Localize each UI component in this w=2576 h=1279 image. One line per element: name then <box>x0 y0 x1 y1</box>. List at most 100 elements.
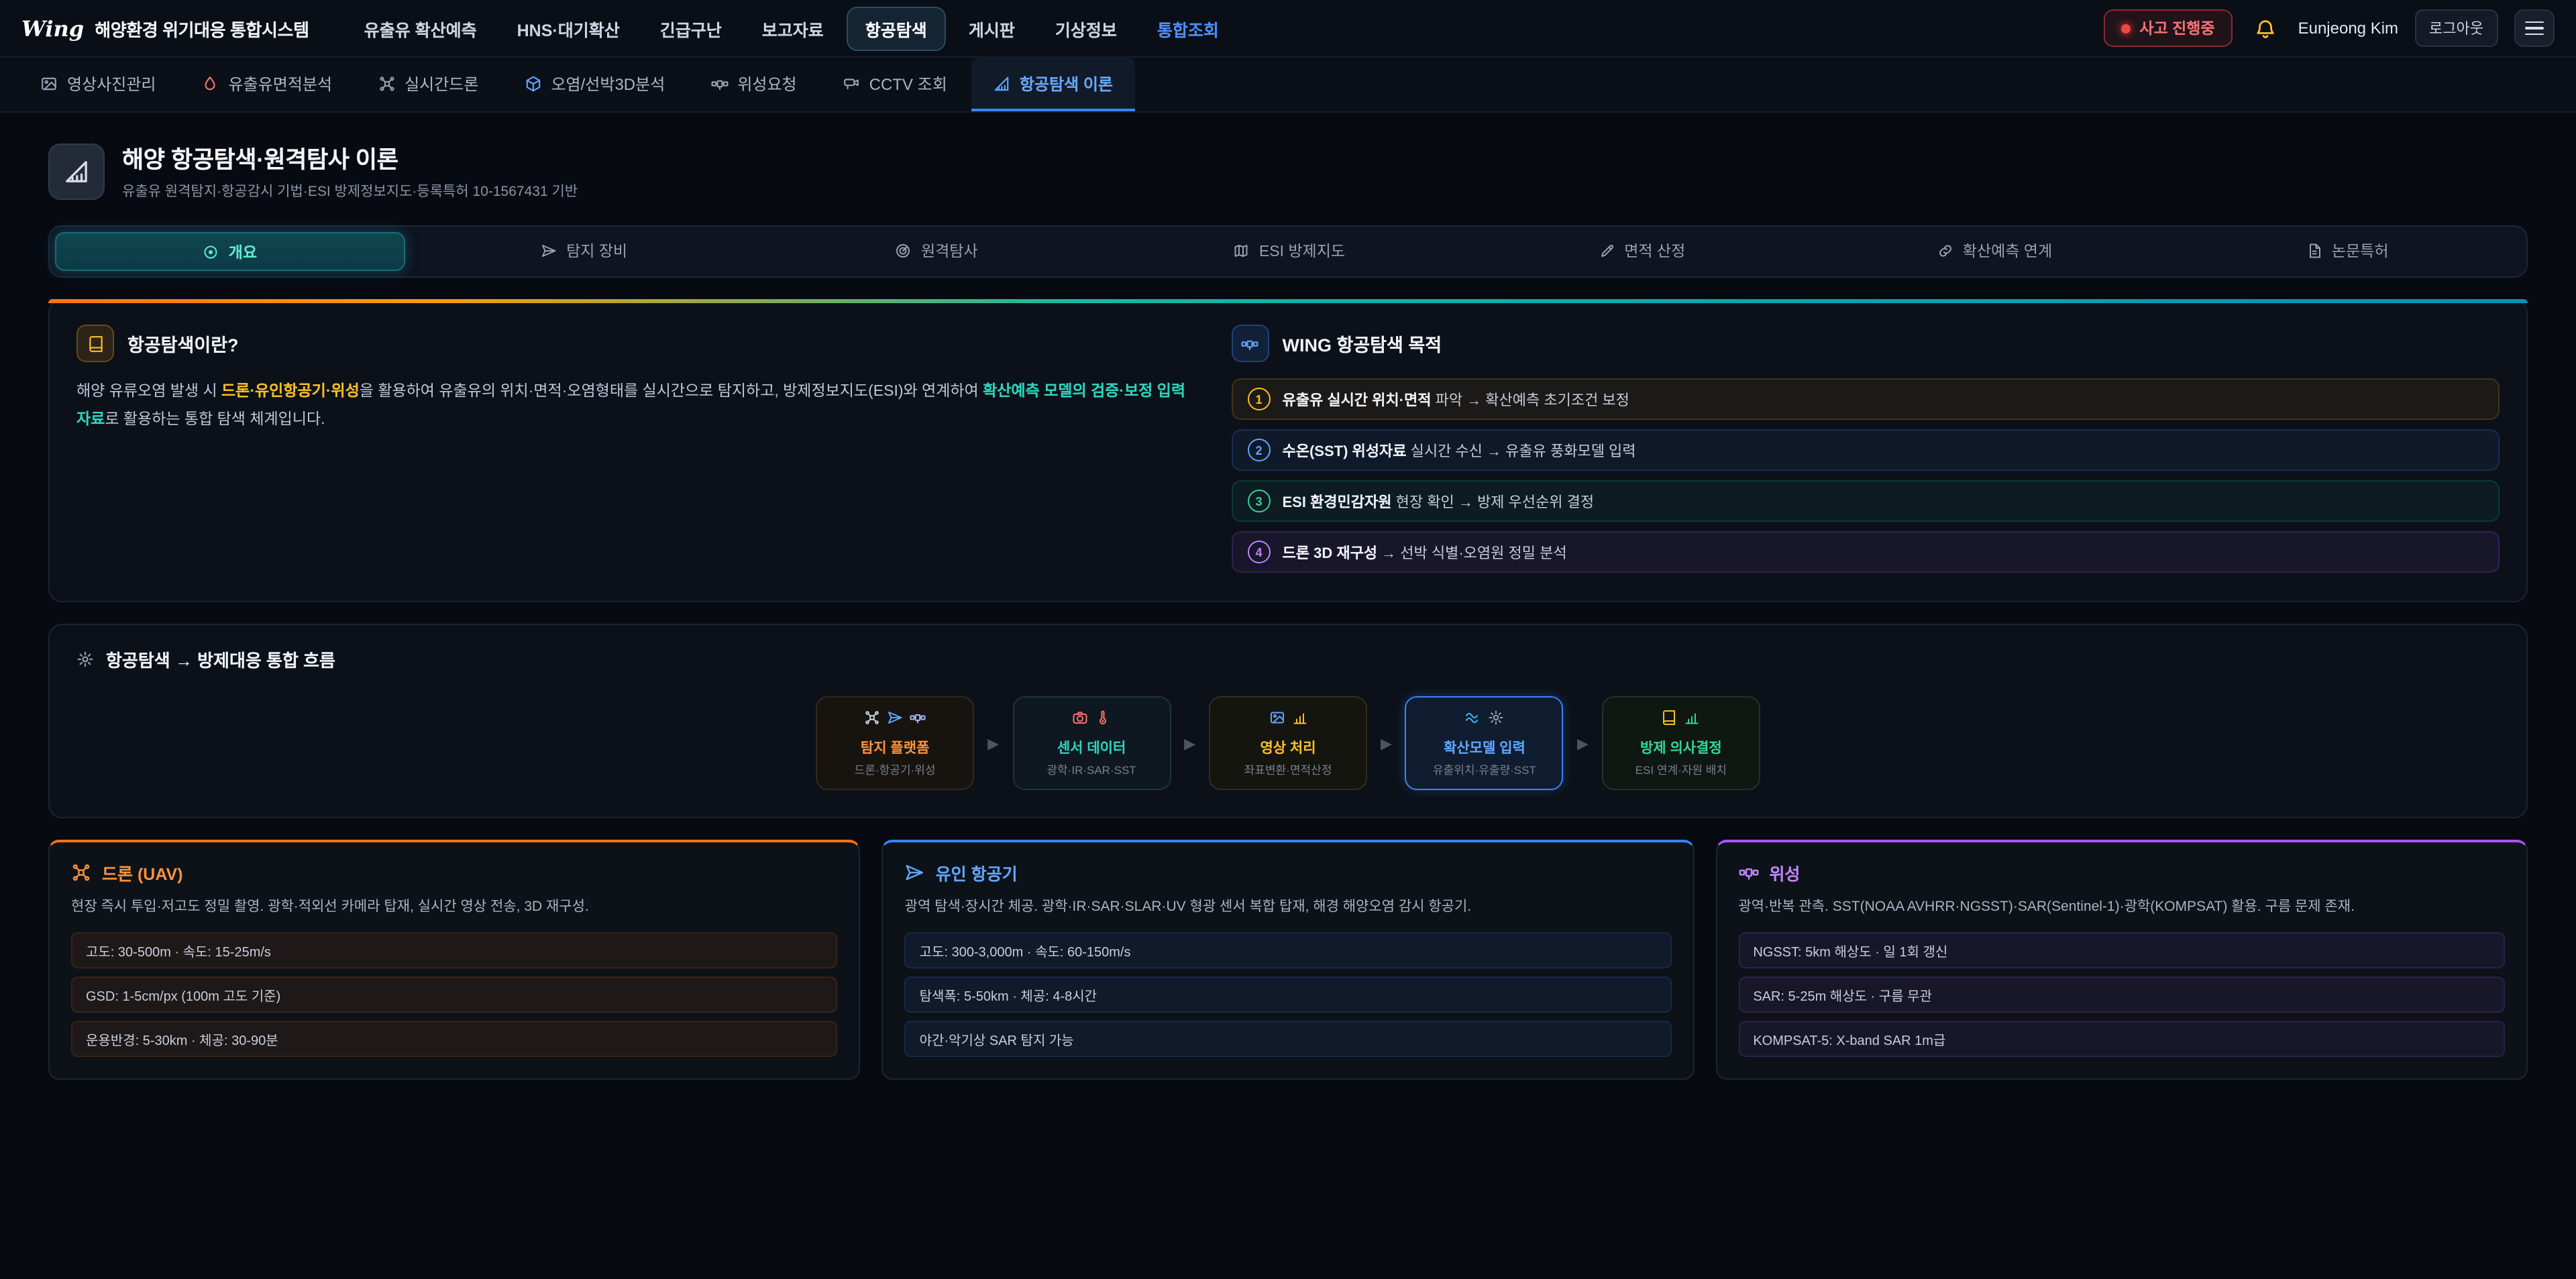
theory-tab-overview[interactable]: 개요 <box>55 232 405 271</box>
gear-icon <box>1488 710 1504 726</box>
incident-status-badge[interactable]: 사고 진행중 <box>2103 9 2232 47</box>
theory-tab-prediction-link[interactable]: 확산예측 연계 <box>1821 232 2169 268</box>
purpose-item-4: 4 드론 3D 재구성 → 선박 식별·오염원 정밀 분석 <box>1232 531 2500 573</box>
flow-step-diffusion-model-input: 확산모델 입력 유출위치·유출량·SST <box>1405 696 1564 790</box>
subnav-tab-realtime-drone[interactable]: 실시간드론 <box>356 58 500 111</box>
menu-item-weather-info[interactable]: 기상정보 <box>1038 7 1134 49</box>
ruler-icon <box>993 74 1010 92</box>
plane-icon <box>887 710 903 726</box>
topbar-right: 사고 진행중 Eunjeong Kim 로그아웃 <box>2103 9 2555 47</box>
subnav-label: 실시간드론 <box>405 72 478 95</box>
main-menu: 유출유 확산예측 HNS·대기확산 긴급구난 보고자료 항공탐색 게시판 기상정… <box>347 6 1236 50</box>
bell-icon <box>2254 17 2277 40</box>
brand[interactable]: Wing 해양환경 위기대응 통합시스템 <box>21 15 309 41</box>
menu-item-aerial-search[interactable]: 항공탐색 <box>847 6 946 50</box>
menu-item-hns-air-diffusion[interactable]: HNS·대기확산 <box>500 7 637 49</box>
platform-title: 드론 (UAV) <box>102 860 183 885</box>
spec-list: 고도: 30-500m · 속도: 15-25m/s GSD: 1-5cm/px… <box>71 932 838 1057</box>
circled-number-icon: 4 <box>1248 541 1271 563</box>
platform-card-satellite: 위성 광역·반복 관측. SST(NOAA AVHRR·NGSST)·SAR(S… <box>1715 840 2528 1080</box>
camera-icon <box>1072 710 1088 726</box>
topbar: Wing 해양환경 위기대응 통합시스템 유출유 확산예측 HNS·대기확산 긴… <box>0 0 2576 58</box>
platform-cards: 드론 (UAV) 현장 즉시 투입·저고도 정밀 촬영. 광학·적외선 카메라 … <box>48 840 2528 1080</box>
flow-arrow-icon: ▶ <box>1381 734 1392 752</box>
platform-title: 유인 항공기 <box>936 860 1018 885</box>
image-icon <box>1269 710 1285 726</box>
page-title: 해양 항공탐색·원격탐사 이론 <box>122 142 578 176</box>
flow-step-response-decision: 방제 의사결정 ESI 연계·자원 배치 <box>1602 696 1760 790</box>
theory-tab-remote-sensing[interactable]: 원격탐사 <box>763 232 1110 268</box>
menu-item-emergency-rescue[interactable]: 긴급구난 <box>643 7 739 49</box>
notifications-button[interactable] <box>2249 11 2282 45</box>
flow-arrow-icon: ▶ <box>987 734 999 752</box>
spec-list: NGSST: 5km 해상도 · 일 1회 갱신 SAR: 5-25m 해상도 … <box>1738 932 2505 1057</box>
subnav-tab-image-photo-management[interactable]: 영상사진관리 <box>19 58 178 111</box>
hamburger-icon <box>2525 21 2544 23</box>
cube-3d-icon <box>524 74 541 92</box>
hamburger-menu-button[interactable] <box>2514 9 2555 47</box>
spec-row: NGSST: 5km 해상도 · 일 1회 갱신 <box>1738 932 2505 968</box>
purpose-item-2: 2 수온(SST) 위성자료 실시간 수신 → 유출유 풍화모델 입력 <box>1232 429 2500 471</box>
plane-icon <box>541 242 557 258</box>
platform-desc: 광역·반복 관측. SST(NOAA AVHRR·NGSST)·SAR(Sent… <box>1738 896 2505 919</box>
image-icon <box>40 74 58 92</box>
subnav-label: 위성요청 <box>737 72 796 95</box>
user-name: Eunjeong Kim <box>2298 19 2398 38</box>
subnav-tab-pollution-ship-3d-analysis[interactable]: 오염/선박3D분석 <box>502 58 686 111</box>
theory-tab-detection-equipment[interactable]: 탐지 장비 <box>411 232 758 268</box>
document-icon <box>2306 242 2322 258</box>
overview-section: 항공탐색이란? 해양 유류오염 발생 시 드론·유인항공기·위성을 활용하여 유… <box>48 299 2528 602</box>
page-header: 해양 항공탐색·원격탐사 이론 유출유 원격탐지·항공감시 기법·ESI 방제정… <box>48 142 2528 201</box>
menu-item-oil-spill-prediction[interactable]: 유출유 확산예측 <box>347 7 494 49</box>
platform-title: 위성 <box>1769 860 1800 885</box>
spec-row: 운용반경: 5-30km · 체공: 30-90분 <box>71 1021 838 1057</box>
subnav-tab-oil-area-analysis[interactable]: 유출유면적분석 <box>180 58 354 111</box>
flow-section: 항공탐색 → 방제대응 통합 흐름 탐지 플랫폼 드론·항공기·위성 ▶ <box>48 624 2528 818</box>
subnav-tab-cctv-view[interactable]: CCTV 조회 <box>821 58 969 111</box>
theory-tab-esi-map[interactable]: ESI 방제지도 <box>1116 232 1463 268</box>
subnav-tab-satellite-request[interactable]: 위성요청 <box>689 58 818 111</box>
drone-icon <box>378 74 395 92</box>
theory-ruler-icon <box>63 158 90 185</box>
plane-icon <box>905 863 925 883</box>
brand-title: 해양환경 위기대응 통합시스템 <box>95 15 309 41</box>
subnav-label: 영상사진관리 <box>67 72 156 95</box>
theory-tab-area-calculation[interactable]: 면적 산정 <box>1468 232 1816 268</box>
flow-diagram: 탐지 플랫폼 드론·항공기·위성 ▶ 센서 데이터 광학·IR·SAR·SST … <box>76 696 2500 790</box>
spec-list: 고도: 300-3,000m · 속도: 60-150m/s 탐색폭: 5-50… <box>905 932 1672 1057</box>
menu-item-reports[interactable]: 보고자료 <box>745 7 841 49</box>
page-icon <box>48 144 105 200</box>
drone-icon <box>864 710 880 726</box>
wave-icon <box>1465 710 1481 726</box>
brand-logo: Wing <box>21 15 84 41</box>
overview-panel: 항공탐색이란? 해양 유류오염 발생 시 드론·유인항공기·위성을 활용하여 유… <box>76 325 1191 582</box>
menu-item-board[interactable]: 게시판 <box>951 7 1032 49</box>
app-root: Wing 해양환경 위기대응 통합시스템 유출유 확산예측 HNS·대기확산 긴… <box>0 0 2576 1279</box>
logout-button[interactable]: 로그아웃 <box>2414 9 2498 47</box>
menu-item-integrated-search[interactable]: 통합조회 <box>1140 7 1236 49</box>
incident-label: 사고 진행중 <box>2139 17 2214 39</box>
satellite-icon <box>710 74 728 92</box>
chart-icon <box>1684 710 1701 726</box>
theory-tab-papers-patents[interactable]: 논문특허 <box>2174 232 2521 268</box>
spec-row: 야간·악기상 SAR 탐지 가능 <box>905 1021 1672 1057</box>
satellite-chip-icon <box>1232 325 1269 362</box>
purpose-panel: WING 항공탐색 목적 1 유출유 실시간 위치·면적 파악 → 확산예측 초… <box>1232 325 2500 582</box>
circled-number-icon: 2 <box>1248 439 1271 461</box>
book-icon <box>76 325 114 362</box>
platform-desc: 광역 탐색·장시간 체공. 광학·IR·SAR·SLAR·UV 형광 센서 복합… <box>905 896 1672 919</box>
highlight-platforms: 드론·유인항공기·위성 <box>221 384 360 400</box>
cctv-icon <box>843 74 860 92</box>
subnav-tab-aerial-search-theory[interactable]: 항공탐색 이론 <box>971 58 1134 111</box>
pencil-icon <box>1599 242 1615 258</box>
spec-row: 고도: 30-500m · 속도: 15-25m/s <box>71 932 838 968</box>
overview-body: 해양 유류오염 발생 시 드론·유인항공기·위성을 활용하여 유출유의 위치·면… <box>76 378 1191 434</box>
overview-title: 항공탐색이란? <box>127 330 239 357</box>
circled-number-icon: 3 <box>1248 490 1271 512</box>
radar-icon <box>896 242 912 258</box>
subnav-label: 오염/선박3D분석 <box>551 72 665 95</box>
flow-title: 항공탐색 → 방제대응 통합 흐름 <box>106 647 335 672</box>
incident-dot-icon <box>2121 23 2130 33</box>
theory-tab-bar: 개요 탐지 장비 원격탐사 ESI 방제지도 면적 산정 확산예측 연계 <box>48 225 2528 278</box>
purpose-item-3: 3 ESI 환경민감자원 현장 확인 → 방제 우선순위 결정 <box>1232 480 2500 522</box>
